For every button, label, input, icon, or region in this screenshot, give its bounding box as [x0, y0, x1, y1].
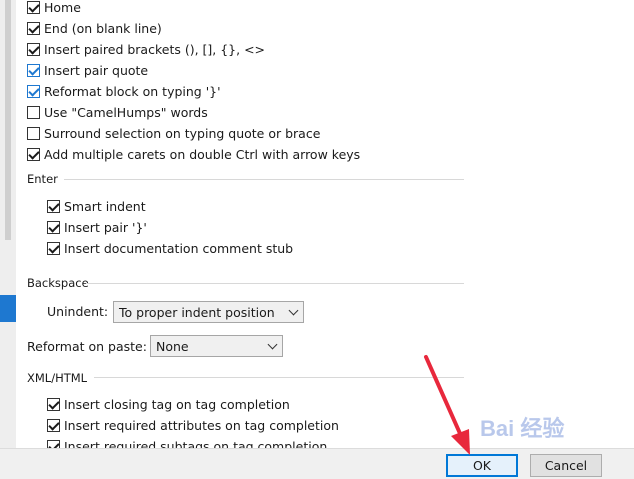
option-label: Insert required subtags on tag completio…: [64, 438, 328, 449]
section-title-enter: Enter: [27, 172, 58, 186]
checkbox-icon[interactable]: [27, 105, 40, 119]
checkbox-icon[interactable]: [47, 439, 60, 448]
option-label: Use "CamelHumps" words: [44, 104, 208, 120]
unindent-label: Unindent:: [47, 304, 109, 319]
option-surround-selection[interactable]: Surround selection on typing quote or br…: [27, 123, 320, 143]
option-label: Home: [44, 0, 81, 15]
option-insert-closing-tag[interactable]: Insert closing tag on tag completion: [47, 394, 290, 414]
checkbox-icon[interactable]: [27, 0, 40, 14]
option-label: Insert pair quote: [44, 62, 149, 78]
unindent-dropdown[interactable]: To proper indent position: [113, 301, 304, 323]
ok-button[interactable]: OK: [446, 454, 518, 477]
left-selected-item-marker: [0, 295, 16, 322]
cancel-button[interactable]: Cancel: [530, 454, 602, 477]
option-label: Smart indent: [64, 198, 146, 214]
option-label: Insert documentation comment stub: [64, 240, 294, 256]
option-home[interactable]: Home: [27, 0, 81, 17]
baidu-watermark-logo: Bai 经验: [480, 416, 564, 441]
option-label: End (on blank line): [44, 20, 162, 36]
checkbox-icon[interactable]: [27, 84, 40, 98]
checkbox-icon[interactable]: [47, 418, 60, 432]
option-multiple-carets[interactable]: Add multiple carets on double Ctrl with …: [27, 144, 360, 164]
section-divider: [86, 283, 464, 284]
checkbox-icon[interactable]: [47, 220, 60, 234]
option-label: Insert required attributes on tag comple…: [64, 417, 339, 433]
checkbox-icon[interactable]: [27, 63, 40, 77]
checkbox-icon[interactable]: [47, 199, 60, 213]
reformat-on-paste-label: Reformat on paste:: [27, 339, 147, 354]
option-insert-doc-comment[interactable]: Insert documentation comment stub: [47, 238, 293, 258]
chevron-down-icon: [288, 305, 299, 316]
left-navigation-strip: [0, 0, 16, 448]
option-insert-required-subtags[interactable]: Insert required subtags on tag completio…: [47, 436, 327, 448]
chevron-down-icon: [267, 339, 278, 350]
option-label: Reformat block on typing '}': [44, 83, 221, 99]
option-label: Insert closing tag on tag completion: [64, 396, 290, 412]
checkbox-icon[interactable]: [27, 147, 40, 161]
right-scrollbar[interactable]: [618, 0, 634, 448]
checkbox-icon[interactable]: [27, 126, 40, 140]
option-label: Add multiple carets on double Ctrl with …: [44, 146, 361, 162]
unindent-value: To proper indent position: [119, 304, 275, 320]
option-camelhumps[interactable]: Use "CamelHumps" words: [27, 102, 208, 122]
section-title-backspace: Backspace: [27, 276, 89, 290]
option-reformat-block[interactable]: Reformat block on typing '}': [27, 81, 221, 101]
option-label: Insert pair '}': [64, 219, 147, 235]
option-label: Surround selection on typing quote or br…: [44, 125, 321, 141]
option-label: Insert paired brackets (), [], {}, <>: [44, 41, 266, 57]
section-title-xml-html: XML/HTML: [27, 371, 88, 385]
reformat-on-paste-dropdown[interactable]: None: [150, 335, 283, 357]
option-insert-paired-brackets[interactable]: Insert paired brackets (), [], {}, <>: [27, 39, 265, 59]
section-divider: [94, 377, 464, 378]
option-insert-required-attributes[interactable]: Insert required attributes on tag comple…: [47, 415, 339, 435]
option-end[interactable]: End (on blank line): [27, 18, 162, 38]
checkbox-icon[interactable]: [47, 397, 60, 411]
checkbox-icon[interactable]: [27, 21, 40, 35]
watermark-text: Bai 经验: [480, 416, 564, 441]
reformat-value: None: [156, 338, 189, 354]
smart-keys-settings-panel: Home End (on blank line) Insert paired b…: [16, 0, 618, 448]
option-insert-pair-quote[interactable]: Insert pair quote: [27, 60, 148, 80]
left-scrollbar[interactable]: [5, 0, 11, 240]
option-insert-pair-brace[interactable]: Insert pair '}': [47, 217, 147, 237]
dialog-footer: OK Cancel: [0, 448, 634, 479]
section-divider: [64, 179, 464, 180]
option-smart-indent[interactable]: Smart indent: [47, 196, 146, 216]
checkbox-icon[interactable]: [47, 241, 60, 255]
checkbox-icon[interactable]: [27, 42, 40, 56]
